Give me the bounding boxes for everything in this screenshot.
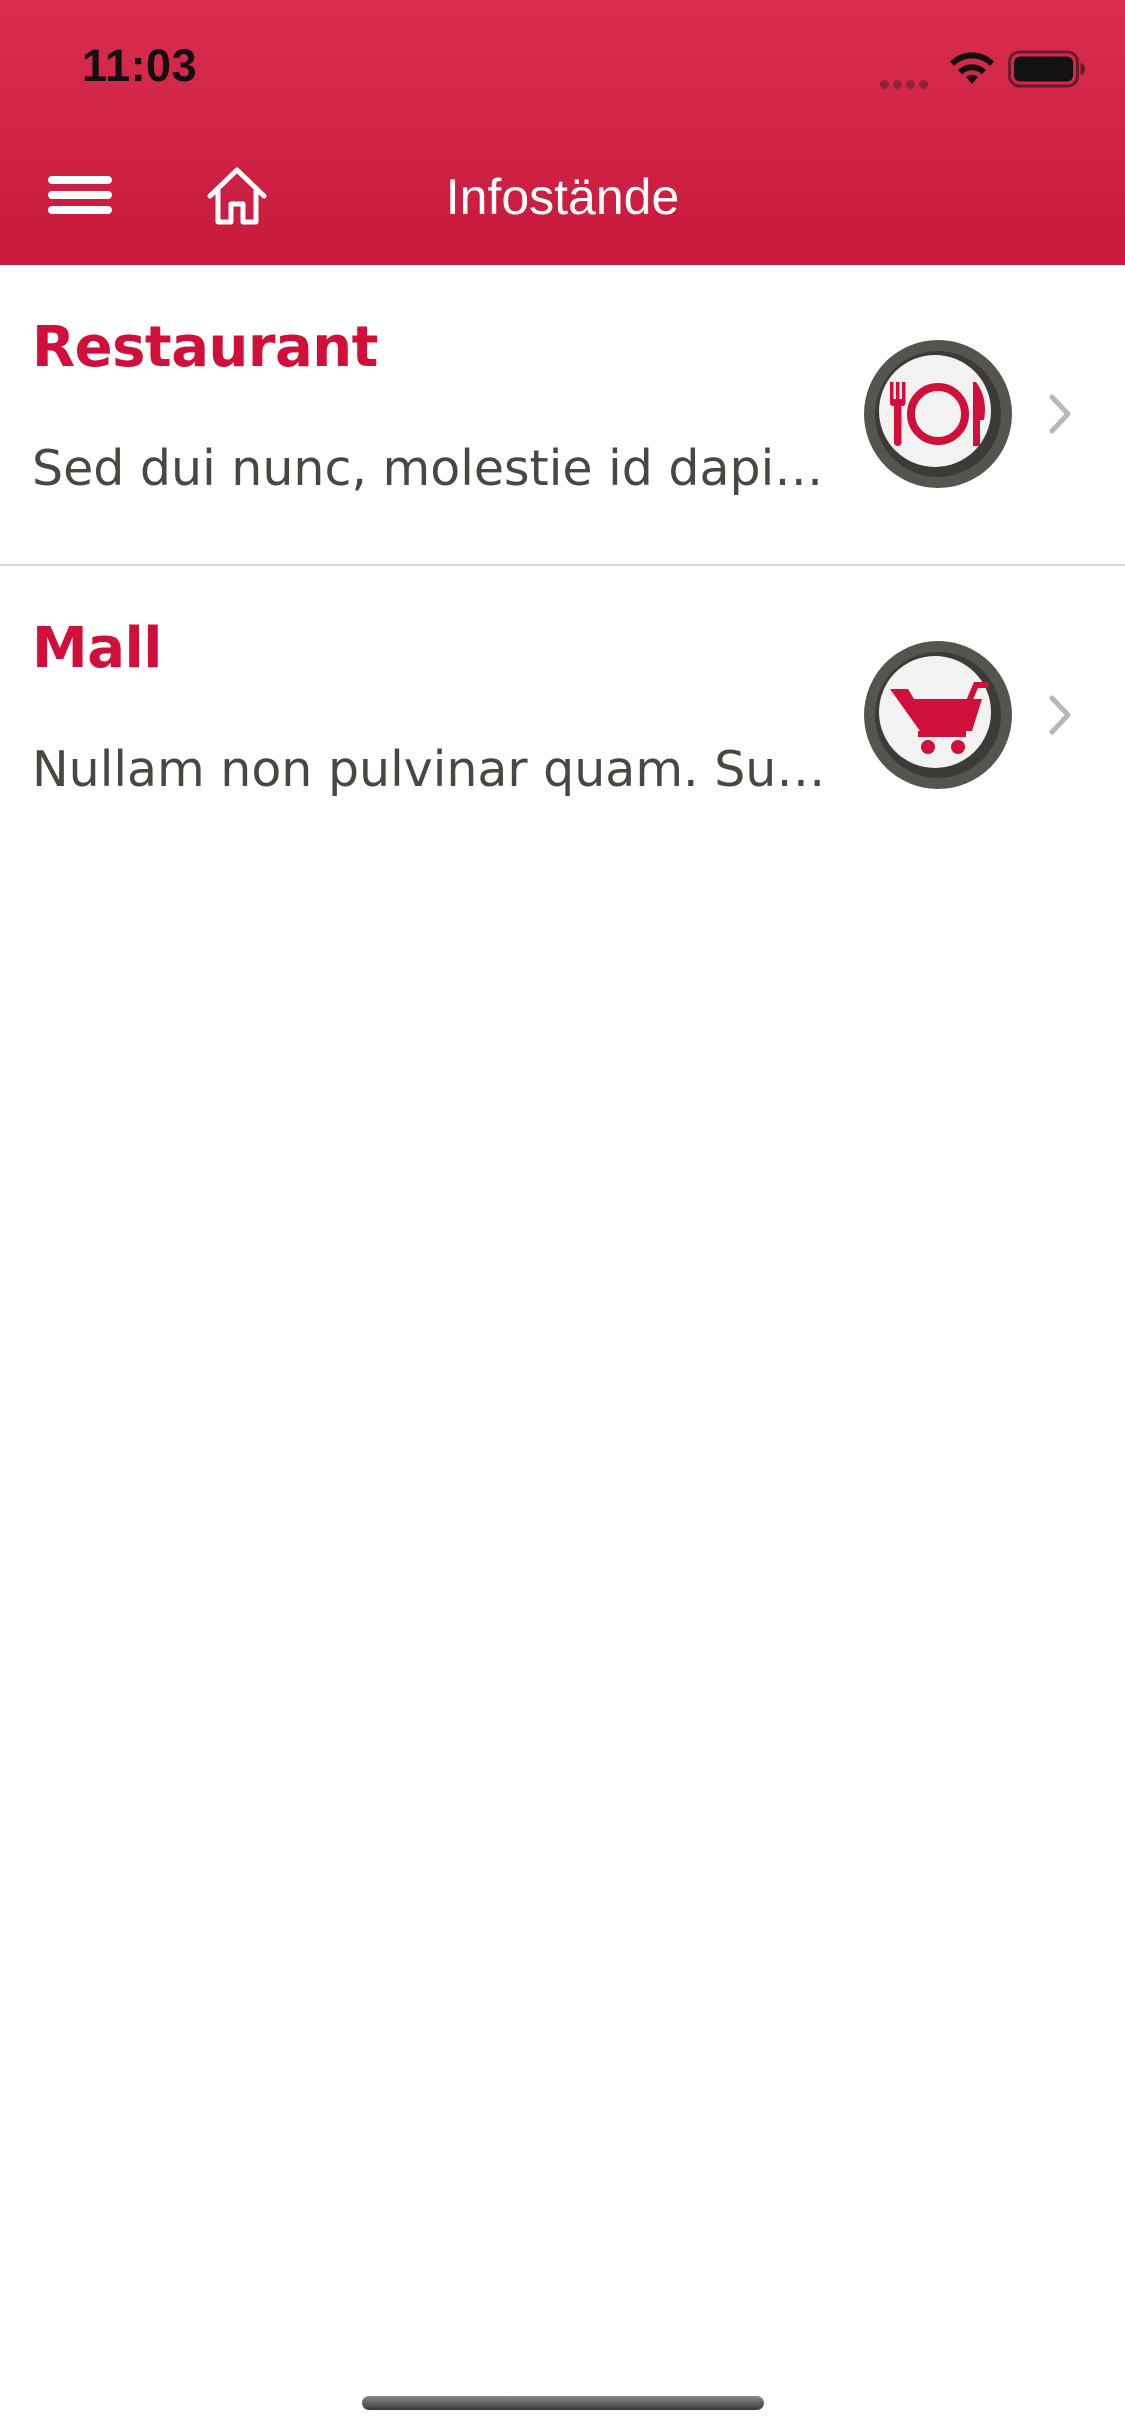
chevron-right-icon	[1049, 394, 1071, 434]
home-indicator[interactable]	[362, 2396, 764, 2410]
status-bar-time: 11:03	[82, 40, 198, 91]
plate-cutlery-icon	[864, 340, 1012, 488]
list-item-mall[interactable]: Mall Nullam non pulvinar quam. Susp...	[0, 566, 1125, 865]
battery-icon	[1008, 50, 1085, 88]
list-item-subtitle: Sed dui nunc, molestie id dapib...	[32, 440, 832, 497]
wifi-icon	[950, 52, 994, 84]
list-item-subtitle: Nullam non pulvinar quam. Susp...	[32, 741, 832, 798]
chevron-right-icon	[1049, 695, 1071, 735]
list-item-restaurant[interactable]: Restaurant Sed dui nunc, molestie id dap…	[0, 265, 1125, 566]
info-stand-list: Restaurant Sed dui nunc, molestie id dap…	[0, 265, 1125, 865]
page-title: Infostände	[445, 169, 680, 225]
navigation-header: 11:03 Infostände	[0, 0, 1125, 265]
list-item-title: Mall	[32, 616, 162, 681]
list-item-title: Restaurant	[32, 315, 378, 380]
shopping-cart-icon	[864, 641, 1012, 789]
screen: 11:03 Infostände Restaurant Sed dui nunc…	[0, 0, 1125, 2436]
signal-dots-icon	[880, 74, 936, 89]
